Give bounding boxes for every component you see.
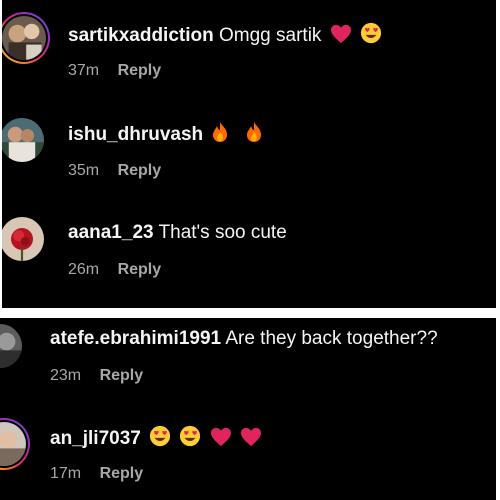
comment-timestamp: 23m <box>50 367 82 384</box>
red-heart-icon <box>330 24 352 44</box>
avatar[interactable] <box>2 12 50 64</box>
avatar[interactable] <box>2 217 44 261</box>
comment-username[interactable]: ishu_dhruvash <box>68 124 203 145</box>
comment-username[interactable]: aana1_23 <box>68 222 154 243</box>
comment-timestamp: 26m <box>68 261 100 278</box>
comment-text: Omgg sartik <box>219 25 322 46</box>
reply-button[interactable]: Reply <box>118 62 162 79</box>
heart-eyes-emoji-icon <box>179 425 201 447</box>
comment-username[interactable]: atefe.ebrahimi1991 <box>50 328 221 349</box>
reply-button[interactable]: Reply <box>100 367 144 384</box>
red-heart-icon <box>240 427 262 447</box>
comments-panel-bottom: atefe.ebrahimi1991 Are they back togethe… <box>0 318 496 500</box>
comment-timestamp: 17m <box>50 465 82 482</box>
avatar[interactable] <box>2 118 44 162</box>
comment-timestamp: 37m <box>68 62 100 79</box>
fire-icon <box>245 121 263 143</box>
comment-text: That's soo cute <box>158 222 287 243</box>
comments-panel-top: sartikxaddiction Omgg sartik 37m Reply i… <box>2 0 496 308</box>
comment-username[interactable]: sartikxaddiction <box>68 25 214 46</box>
fire-icon <box>211 121 229 143</box>
reply-button[interactable]: Reply <box>100 465 144 482</box>
heart-eyes-emoji-icon <box>360 22 382 44</box>
avatar[interactable] <box>0 324 22 368</box>
avatar[interactable] <box>0 418 30 470</box>
red-heart-icon <box>210 427 232 447</box>
comment-text: Are they back together?? <box>225 328 438 349</box>
heart-eyes-emoji-icon <box>149 425 171 447</box>
reply-button[interactable]: Reply <box>118 162 162 179</box>
comment-username[interactable]: an_jli7037 <box>50 428 141 449</box>
reply-button[interactable]: Reply <box>118 261 162 278</box>
comment-timestamp: 35m <box>68 162 100 179</box>
